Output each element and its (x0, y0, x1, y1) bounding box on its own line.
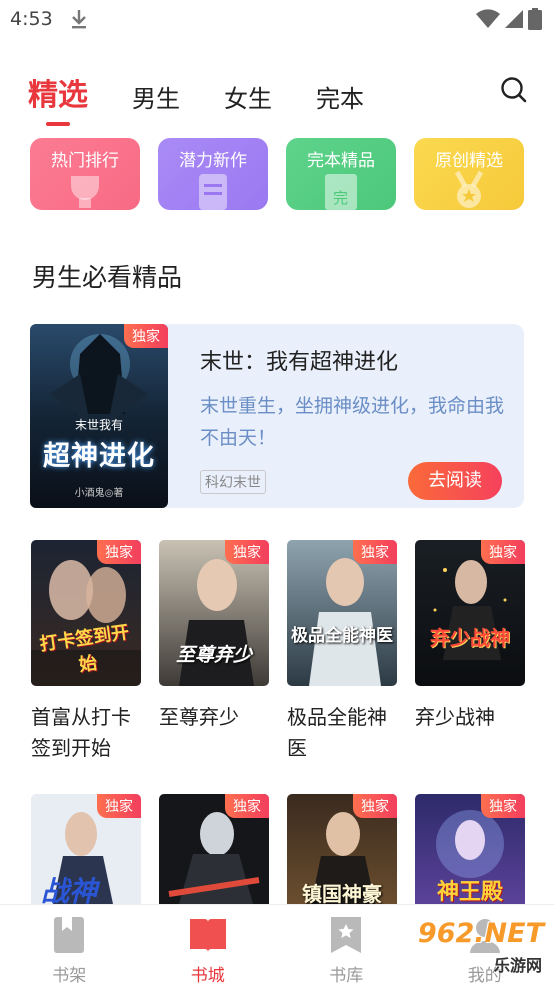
nav-label: 书城 (190, 966, 225, 984)
nav-bookshelf[interactable]: 书架 (0, 905, 139, 984)
wifi-icon (476, 9, 500, 28)
category-label: 热门排行 (51, 151, 119, 171)
document-icon (199, 174, 227, 210)
nav-label: 书架 (52, 966, 87, 984)
cover-title: 至尊弃少 (175, 644, 252, 666)
cover-subtitle: 末世我有 (74, 418, 123, 432)
trophy-icon (71, 176, 99, 208)
exclusive-badge: 独家 (97, 794, 141, 818)
bookmark-book-icon (54, 917, 85, 953)
book-title[interactable]: 弃少战神 (415, 702, 525, 733)
star-book-icon (331, 917, 362, 953)
channel-tabs: 精选 男生 女生 完本 (28, 70, 408, 126)
open-book-icon (189, 919, 226, 952)
search-icon (501, 77, 527, 103)
nav-library[interactable]: 书库 (277, 905, 416, 984)
watermark-subtitle: 乐游网 (493, 956, 542, 975)
featured-book-title[interactable]: 末世：我有超神进化 (200, 344, 398, 376)
completed-book-icon: 完 (325, 174, 357, 210)
exclusive-badge: 独家 (225, 540, 269, 564)
featured-book-cover[interactable]: 末世我有 超神进化 小酒鬼◎著 独家 (30, 324, 168, 508)
book-item[interactable]: 至尊弃少 独家 至尊弃少 (159, 540, 269, 733)
status-bar: 4:53 (0, 0, 554, 40)
featured-book-description: 末世重生，坐拥神级进化，我命由我不由天！ (200, 395, 505, 449)
cover-title: 超神进化 (43, 441, 155, 472)
category-cards: 热门排行 潜力新作 完本精品 完 原创精选 (30, 138, 524, 210)
read-button[interactable]: 去阅读 (408, 462, 502, 500)
cover-author: 小酒鬼◎著 (74, 488, 124, 499)
cover-title: 弃少战神 (430, 626, 510, 650)
category-label: 完本精品 (307, 151, 375, 171)
book-cover[interactable]: 极品全能神医 独家 (287, 540, 397, 686)
tab-female[interactable]: 女生 (224, 79, 272, 114)
battery-icon (528, 8, 542, 30)
book-cover[interactable]: 打卡签到开始 独家 (31, 540, 141, 686)
search-button[interactable] (500, 76, 528, 108)
featured-book-card[interactable]: 末世我有 超神进化 小酒鬼◎著 独家 末世：我有超神进化 末世重生，坐拥神级进化… (30, 324, 524, 508)
signal-icon (505, 10, 523, 28)
exclusive-badge: 独家 (353, 794, 397, 818)
tab-male[interactable]: 男生 (132, 79, 180, 114)
cover-title: 极品全能神医 (291, 626, 393, 646)
tab-completed[interactable]: 完本 (316, 79, 364, 114)
svg-text:完: 完 (333, 189, 348, 207)
exclusive-badge: 独家 (481, 794, 525, 818)
book-cover[interactable]: 弃少战神 独家 (415, 540, 525, 686)
category-hot-ranking[interactable]: 热门排行 (30, 138, 140, 210)
book-title[interactable]: 至尊弃少 (159, 702, 269, 733)
book-title[interactable]: 首富从打卡签到开始 (31, 702, 141, 764)
section-title: 男生必看精品 (32, 263, 183, 292)
exclusive-badge: 独家 (481, 540, 525, 564)
status-time: 4:53 (10, 8, 53, 30)
book-item[interactable]: 极品全能神医 独家 极品全能神医 (287, 540, 397, 764)
status-icons (476, 8, 542, 30)
medal-icon (454, 170, 484, 208)
exclusive-badge: 独家 (97, 540, 141, 564)
site-watermark: 962.NET 乐游网 (408, 912, 548, 976)
cover-title: 镇国神豪 (302, 882, 382, 906)
watermark-logo: 962.NET (417, 918, 544, 949)
cover-title: 神王殿 (436, 880, 503, 905)
category-new-potential[interactable]: 潜力新作 (158, 138, 268, 210)
exclusive-badge: 独家 (124, 324, 168, 348)
nav-label: 书库 (329, 966, 364, 984)
download-icon (70, 8, 88, 34)
nav-bookstore[interactable]: 书城 (139, 905, 278, 984)
tab-featured[interactable]: 精选 (28, 70, 88, 126)
book-title[interactable]: 极品全能神医 (287, 702, 397, 764)
category-label: 原创精选 (435, 151, 503, 171)
book-cover[interactable]: 至尊弃少 独家 (159, 540, 269, 686)
category-original-picks[interactable]: 原创精选 (414, 138, 524, 210)
genre-tag: 科幻末世 (200, 470, 266, 494)
book-item[interactable]: 弃少战神 独家 弃少战神 (415, 540, 525, 733)
book-item[interactable]: 打卡签到开始 独家 首富从打卡签到开始 (31, 540, 141, 764)
exclusive-badge: 独家 (225, 794, 269, 818)
category-label: 潜力新作 (179, 151, 247, 171)
category-completed-quality[interactable]: 完本精品 完 (286, 138, 396, 210)
exclusive-badge: 独家 (353, 540, 397, 564)
